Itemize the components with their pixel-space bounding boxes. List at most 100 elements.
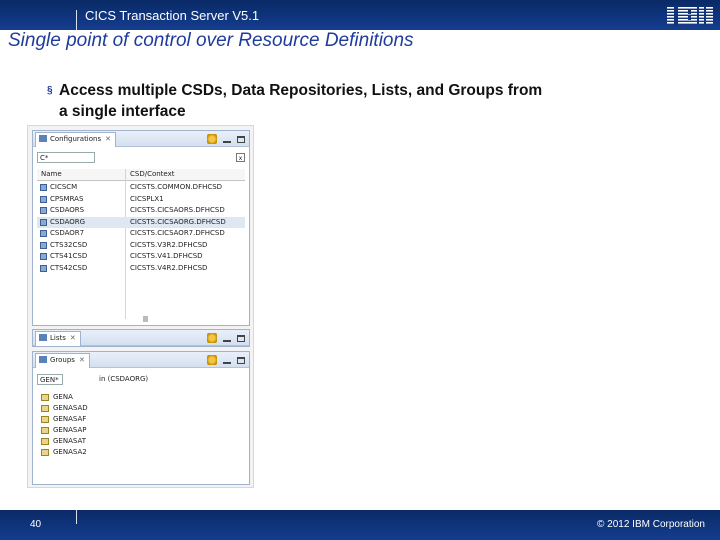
maximize-icon[interactable] xyxy=(237,135,245,143)
table-row[interactable]: CTS32CSD CICSTS.V3R2.DFHCSD xyxy=(37,240,245,252)
csd-icon xyxy=(40,241,47,249)
configurations-icon xyxy=(39,135,47,142)
table-row[interactable]: CSDAOR7 CICSTS.CICSAOR7.DFHCSD xyxy=(37,228,245,240)
maximize-icon[interactable] xyxy=(237,334,245,342)
row-name: CTS32CSD xyxy=(50,240,88,249)
configurations-view: Configurations ✕ C* x Name CSD/Context CI… xyxy=(32,130,250,326)
list-item[interactable]: GENASAT xyxy=(39,436,189,447)
bullet-text-line1: Access multiple CSDs, Data Repositories,… xyxy=(59,82,543,99)
configurations-titlebar: Configurations ✕ xyxy=(33,131,249,147)
row-name: CSDAOR7 xyxy=(50,229,85,237)
column-header-context[interactable]: CSD/Context xyxy=(130,170,175,178)
list-item[interactable]: GENASA2 xyxy=(39,447,189,458)
groups-tab[interactable]: Groups ✕ xyxy=(35,353,90,368)
csd-icon xyxy=(40,253,47,260)
table-row[interactable]: CPSMRAS CICSPLX1 xyxy=(37,194,245,206)
group-icon xyxy=(41,427,49,434)
table-row[interactable]: CICSCM CICSTS.COMMON.DFHCSD xyxy=(37,182,245,194)
group-name: GENASA2 xyxy=(53,448,87,456)
maximize-icon[interactable] xyxy=(237,356,245,364)
lists-view: Lists ✕ xyxy=(32,329,250,347)
group-icon xyxy=(41,438,49,445)
ibm-logo xyxy=(667,6,713,25)
copyright: © 2012 IBM Corporation xyxy=(597,519,705,530)
configurations-tab-label: Configurations xyxy=(50,135,102,143)
slide-title: Single point of control over Resource De… xyxy=(8,30,414,51)
row-context: CICSTS.CICSAOR7.DFHCSD xyxy=(130,229,225,237)
groups-search-scope: in (CSDAORG) xyxy=(99,375,149,383)
groups-search-input[interactable]: GEN* xyxy=(37,374,63,385)
csd-icon xyxy=(40,207,47,214)
minimize-icon[interactable] xyxy=(223,140,231,143)
minimize-icon[interactable] xyxy=(223,339,231,342)
groups-titlebar: Groups ✕ xyxy=(33,352,249,368)
csd-icon xyxy=(40,230,47,237)
page-number: 40 xyxy=(30,519,42,530)
group-name: GENASAD xyxy=(53,404,88,412)
row-context: CICSTS.CICSAORG.DFHCSD xyxy=(130,217,226,226)
table-row[interactable]: CSDAORS CICSTS.CICSAORS.DFHCSD xyxy=(37,205,245,217)
list-item[interactable]: GENASAF xyxy=(39,414,189,425)
row-context: CICSPLX1 xyxy=(130,194,164,203)
group-icon xyxy=(41,394,49,401)
product-name: CICS Transaction Server V5.1 xyxy=(85,8,260,23)
column-header-name[interactable]: Name xyxy=(41,170,62,178)
group-name: GENASAF xyxy=(53,415,87,423)
groups-icon xyxy=(39,356,47,363)
lists-titlebar: Lists ✕ xyxy=(33,330,249,346)
bullet-point: § Access multiple CSDs, Data Repositories… xyxy=(47,80,647,122)
group-icon xyxy=(41,405,49,412)
row-name: CTS41CSD xyxy=(50,252,88,260)
footer-bar: 40 © 2012 IBM Corporation xyxy=(0,510,720,540)
link-with-editor-icon[interactable] xyxy=(207,134,217,144)
row-context: CICSTS.V41.DFHCSD xyxy=(130,252,203,260)
lists-tab[interactable]: Lists ✕ xyxy=(35,331,81,346)
row-context: CICSTS.CICSAORS.DFHCSD xyxy=(130,206,225,214)
header-bar: CICS Transaction Server V5.1 xyxy=(0,0,720,30)
minimize-icon[interactable] xyxy=(223,361,231,364)
group-name: GENA xyxy=(53,393,73,401)
close-icon[interactable]: ✕ xyxy=(70,334,76,342)
csd-icon xyxy=(40,264,47,272)
groups-tab-label: Groups xyxy=(50,356,75,364)
csd-icon xyxy=(40,218,47,226)
table-row[interactable]: CTS42CSD CICSTS.V4R2.DFHCSD xyxy=(37,263,245,275)
horizontal-scrollbar[interactable] xyxy=(37,316,245,322)
row-context: CICSTS.COMMON.DFHCSD xyxy=(130,183,223,191)
groups-view: Groups ✕ GEN* in (CSDAORG) GENA GENASAD GEN… xyxy=(32,351,250,485)
close-icon[interactable]: ✕ xyxy=(105,135,111,143)
view-toolbar xyxy=(207,133,245,145)
link-with-editor-icon[interactable] xyxy=(207,355,217,365)
row-name: CSDAORG xyxy=(50,217,86,226)
configurations-filter-input[interactable]: C* xyxy=(37,152,95,163)
bullet-marker: § xyxy=(47,85,53,96)
lists-icon xyxy=(39,334,47,341)
view-toolbar xyxy=(207,354,245,366)
list-item[interactable]: GENA xyxy=(39,392,189,403)
list-item[interactable]: GENASAP xyxy=(39,425,189,436)
row-name: CSDAORS xyxy=(50,206,85,214)
csd-icon xyxy=(40,184,47,191)
csd-icon xyxy=(40,195,47,203)
configurations-tab[interactable]: Configurations ✕ xyxy=(35,132,116,147)
clear-filter-icon[interactable]: x xyxy=(236,153,245,162)
table-row[interactable]: CSDAORG CICSTS.CICSAORG.DFHCSD xyxy=(37,216,245,228)
table-header: Name CSD/Context xyxy=(37,169,245,181)
explorer-screenshot: Configurations ✕ C* x Name CSD/Context CI… xyxy=(27,125,254,488)
row-context: CICSTS.V4R2.DFHCSD xyxy=(130,263,208,272)
list-item[interactable]: GENASAD xyxy=(39,403,189,414)
scrollbar-thumb[interactable] xyxy=(143,316,148,322)
view-toolbar xyxy=(207,332,245,344)
header-divider xyxy=(76,10,77,30)
group-icon xyxy=(41,416,49,423)
row-name: CICSCM xyxy=(50,183,78,191)
group-icon xyxy=(41,449,49,456)
row-context: CICSTS.V3R2.DFHCSD xyxy=(130,240,208,249)
table-row[interactable]: CTS41CSD CICSTS.V41.DFHCSD xyxy=(37,251,245,263)
groups-list: GENA GENASAD GENASAF GENASAP GENASAT GENASA2 xyxy=(39,392,189,458)
link-with-editor-icon[interactable] xyxy=(207,333,217,343)
footer-divider xyxy=(76,510,77,524)
group-name: GENASAP xyxy=(53,426,87,434)
row-name: CTS42CSD xyxy=(50,263,88,272)
close-icon[interactable]: ✕ xyxy=(79,356,85,364)
